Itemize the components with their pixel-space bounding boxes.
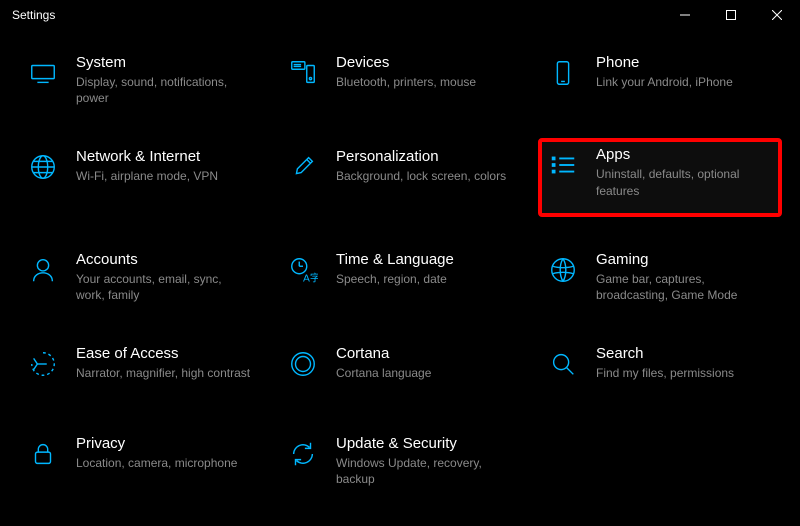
tile-desc: Cortana language: [336, 365, 512, 381]
tile-desc: Find my files, permissions: [596, 365, 772, 381]
category-grid: System Display, sound, notifications, po…: [20, 48, 780, 494]
tile-devices[interactable]: Devices Bluetooth, printers, mouse: [280, 48, 520, 112]
tile-accounts[interactable]: Accounts Your accounts, email, sync, wor…: [20, 245, 260, 309]
tile-title: Privacy: [76, 435, 252, 452]
tile-desc: Bluetooth, printers, mouse: [336, 74, 512, 90]
close-button[interactable]: [754, 0, 800, 30]
tile-desc: Display, sound, notifications, power: [76, 74, 252, 106]
settings-home: System Display, sound, notifications, po…: [0, 30, 800, 514]
tile-desc: Speech, region, date: [336, 271, 512, 287]
tile-desc: Windows Update, recovery, backup: [336, 455, 512, 487]
personalization-icon: [286, 150, 320, 184]
tile-cortana[interactable]: Cortana Cortana language: [280, 339, 520, 399]
accounts-icon: [26, 253, 60, 287]
tile-privacy[interactable]: Privacy Location, camera, microphone: [20, 429, 260, 493]
tile-desc: Background, lock screen, colors: [336, 168, 512, 184]
tile-desc: Location, camera, microphone: [76, 455, 252, 471]
search-icon: [546, 347, 580, 381]
devices-icon: [286, 56, 320, 90]
tile-gaming[interactable]: Gaming Game bar, captures, broadcasting,…: [540, 245, 780, 309]
network-icon: [26, 150, 60, 184]
svg-text:A字: A字: [303, 271, 318, 284]
tile-phone[interactable]: Phone Link your Android, iPhone: [540, 48, 780, 112]
tile-update-security[interactable]: Update & Security Windows Update, recove…: [280, 429, 520, 493]
tile-desc: Game bar, captures, broadcasting, Game M…: [596, 271, 772, 303]
tile-title: Cortana: [336, 345, 512, 362]
tile-desc: Uninstall, defaults, optional features: [596, 166, 772, 198]
tile-desc: Narrator, magnifier, high contrast: [76, 365, 252, 381]
apps-icon: [546, 148, 580, 182]
tile-title: Gaming: [596, 251, 772, 268]
tile-title: Time & Language: [336, 251, 512, 268]
cortana-icon: [286, 347, 320, 381]
tile-network[interactable]: Network & Internet Wi-Fi, airplane mode,…: [20, 142, 260, 214]
titlebar: Settings: [0, 0, 800, 30]
tile-system[interactable]: System Display, sound, notifications, po…: [20, 48, 260, 112]
tile-personalization[interactable]: Personalization Background, lock screen,…: [280, 142, 520, 214]
minimize-button[interactable]: [662, 0, 708, 30]
tile-title: Search: [596, 345, 772, 362]
phone-icon: [546, 56, 580, 90]
tile-desc: Link your Android, iPhone: [596, 74, 772, 90]
tile-title: Devices: [336, 54, 512, 71]
gaming-icon: [546, 253, 580, 287]
tile-time-language[interactable]: A字 Time & Language Speech, region, date: [280, 245, 520, 309]
tile-title: Network & Internet: [76, 148, 252, 165]
time-language-icon: A字: [286, 253, 320, 287]
window-controls: [662, 0, 800, 30]
tile-search[interactable]: Search Find my files, permissions: [540, 339, 780, 399]
tile-title: Personalization: [336, 148, 512, 165]
tile-title: Accounts: [76, 251, 252, 268]
maximize-button[interactable]: [708, 0, 754, 30]
tile-title: Ease of Access: [76, 345, 252, 362]
tile-apps[interactable]: Apps Uninstall, defaults, optional featu…: [540, 140, 780, 214]
privacy-icon: [26, 437, 60, 471]
tile-ease-of-access[interactable]: Ease of Access Narrator, magnifier, high…: [20, 339, 260, 399]
system-icon: [26, 56, 60, 90]
tile-desc: Wi-Fi, airplane mode, VPN: [76, 168, 252, 184]
tile-desc: Your accounts, email, sync, work, family: [76, 271, 252, 303]
tile-title: Update & Security: [336, 435, 512, 452]
window-title: Settings: [12, 8, 55, 22]
tile-title: Phone: [596, 54, 772, 71]
ease-of-access-icon: [26, 347, 60, 381]
tile-title: Apps: [596, 146, 772, 163]
tile-title: System: [76, 54, 252, 71]
update-security-icon: [286, 437, 320, 471]
